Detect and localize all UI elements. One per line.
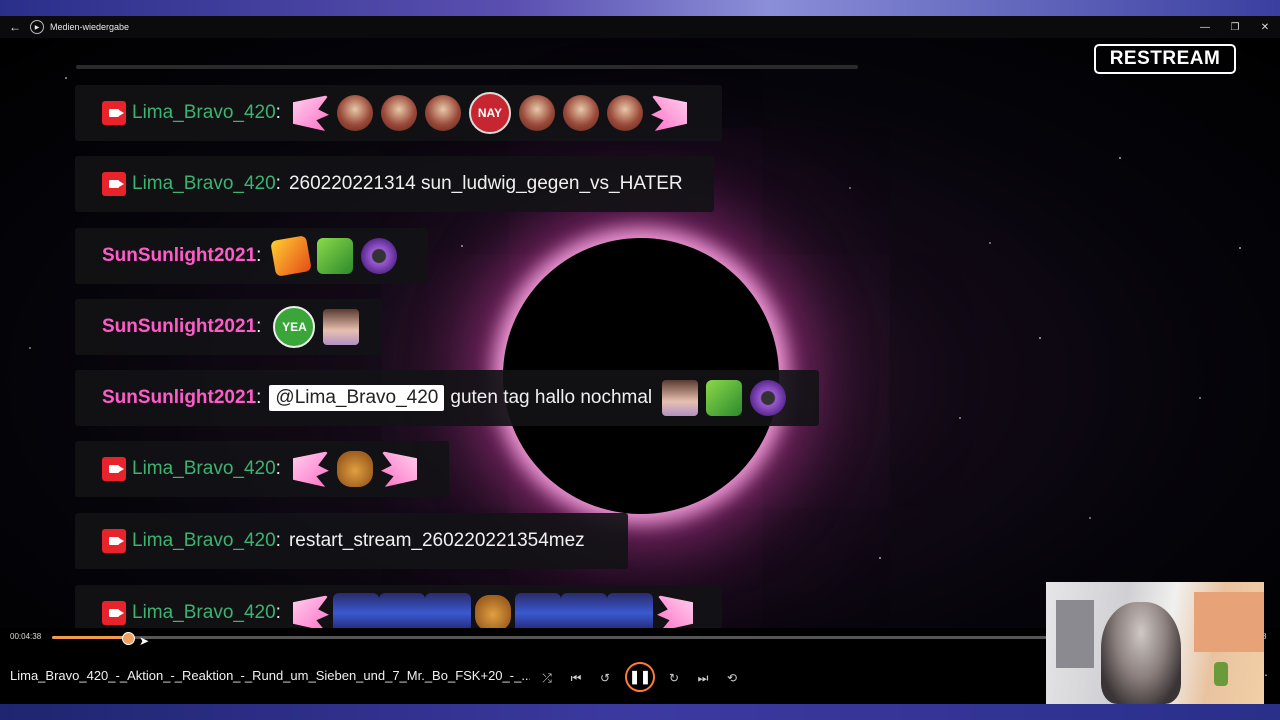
chat-username: Lima_Bravo_420 [132,530,276,551]
restream-camera-icon [102,172,126,196]
face-emote [380,95,417,131]
restream-camera-icon [102,101,126,125]
chat-message: Lima_Bravo_420: restart_stream_260220221… [75,513,628,569]
face-emote [424,95,461,131]
current-time: 00:04:38 [10,632,42,641]
wing-left-emote [292,595,329,631]
forward-30-icon[interactable]: ↻ [664,668,684,688]
chat-message: SunSunlight2021: [75,228,428,284]
title-bar: ← ▶ Medien-wiedergabe — ❐ ✕ [0,16,1280,38]
next-icon[interactable]: ⏭ [693,668,713,688]
goal-emote [270,235,313,277]
chat-message: SunSunlight2021: YEA [75,299,382,355]
chat-message: SunSunlight2021: @Lima_Bravo_420 guten t… [75,370,819,426]
chat-text: 260220221314 sun_ludwig_gegen_vs_HATER [288,173,683,194]
close-icon[interactable]: ✕ [1250,22,1280,33]
love-emote [317,238,354,274]
desktop-top-band [0,0,1280,16]
cat-sunglasses-emote [474,595,511,631]
chat-mention: @Lima_Bravo_420 [269,385,445,411]
face-emote [336,95,373,131]
webcam-person [1101,602,1181,704]
video-area[interactable]: RESTREAM Lima_Bravo_420: NAY Lima_Bravo_… [0,38,1280,638]
cat-sunglasses-emote [336,451,373,487]
restream-camera-icon [102,601,126,625]
shuffle-icon[interactable]: ⤮ [537,668,557,688]
wing-left-emote [292,95,329,131]
yea-emote: YEA [273,306,316,348]
mouse-cursor-icon: ➤ [139,634,150,648]
rewind-10-icon[interactable]: ↺ [595,668,615,688]
chat-username: Lima_Bravo_420 [132,173,276,194]
party-hard-emote [424,593,471,633]
flower-emote [750,380,787,416]
restream-logo: RESTREAM [1094,44,1236,74]
minimize-icon[interactable]: — [1190,22,1220,33]
anime-girl-emote [662,380,699,416]
chat-username: Lima_Bravo_420 [132,458,276,479]
seek-handle[interactable] [122,632,136,645]
restream-camera-icon [102,457,126,481]
media-filename: Lima_Bravo_420_-_Aktion_-_Reaktion_-_Run… [10,668,530,683]
webcam-bottle [1214,662,1228,686]
wing-right-emote [381,451,417,487]
chat-message: Lima_Bravo_420: NAY [75,85,722,141]
seek-progress [52,636,129,639]
chat-username: SunSunlight2021 [102,316,257,337]
face-emote [562,95,599,131]
webcam-kitchen-cabinet [1194,592,1264,652]
webcam-door-frame [1056,600,1094,668]
chat-text: restart_stream_260220221354mez [288,530,585,551]
back-arrow-icon[interactable]: ← [0,20,30,34]
wing-left-emote [292,451,329,487]
flower-emote [361,238,398,274]
chat-message: Lima_Bravo_420: [75,441,449,497]
pause-button[interactable]: ❚❚ [625,662,655,692]
wing-right-emote [651,95,687,131]
pause-icon: ❚❚ [629,669,651,684]
party-hard-emote [606,593,653,633]
party-hard-emote [514,593,561,633]
previous-icon[interactable]: ⏮ [566,668,586,688]
window-title: Medien-wiedergabe [50,22,130,32]
app-play-icon: ▶ [30,20,44,34]
face-emote [518,95,555,131]
wing-right-emote [657,595,693,631]
love-emote [706,380,743,416]
chat-username: Lima_Bravo_420 [132,102,276,123]
party-hard-emote [378,593,425,633]
anime-girl-emote [323,309,360,345]
webcam-overlay [1046,582,1264,704]
repeat-off-icon[interactable]: ⟲ [722,668,742,688]
chat-top-divider [76,65,858,69]
desktop-bottom-band [0,704,1280,720]
chat-message: Lima_Bravo_420: 260220221314 sun_ludwig_… [75,156,714,212]
party-hard-emote [332,593,379,633]
chat-username: SunSunlight2021 [102,387,257,408]
party-hard-emote [560,593,607,633]
face-emote [606,95,643,131]
nay-emote: NAY [468,92,511,134]
restore-icon[interactable]: ❐ [1220,22,1250,33]
restream-camera-icon [102,529,126,553]
chat-username: SunSunlight2021 [102,245,257,266]
chat-username: Lima_Bravo_420 [132,602,276,623]
chat-text: guten tag hallo nochmal [450,387,653,408]
